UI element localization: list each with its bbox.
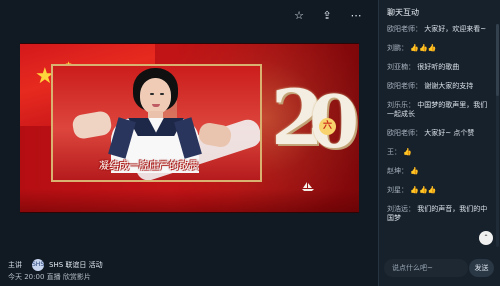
- chat-sender: 刘亚楠：: [387, 63, 415, 71]
- chat-sender: 刘鹏：: [387, 44, 408, 52]
- speaker-eye: [150, 93, 154, 95]
- medal-badge: 六: [319, 118, 336, 135]
- chat-sidebar: 聊天互动 欧阳老师： 大家好，欢迎来看~ 刘鹏： 👍👍👍 刘亚楠： 很好听的歌曲…: [378, 0, 500, 286]
- chat-message: 刘乐乐： 中国梦的歌声里，我们一起成长: [387, 101, 491, 119]
- chat-sender: 欧阳老师：: [387, 82, 422, 90]
- chat-text: 大家好，欢迎来看~: [424, 25, 487, 33]
- chat-sender: 欧阳老师：: [387, 129, 422, 137]
- chat-title: 聊天互动: [387, 8, 419, 17]
- channel-name[interactable]: SHS 联谊日 活动: [49, 259, 103, 271]
- chat-message: 赵坤： 👍: [387, 167, 491, 176]
- chat-text: 👍👍👍: [410, 44, 437, 52]
- chat-message: 刘鹏： 👍👍👍: [387, 44, 491, 53]
- chat-scroll-thumb[interactable]: [496, 24, 499, 96]
- video-caption: 凝结成一腔庄严的敬畏: [99, 161, 199, 172]
- chat-text: 👍: [410, 167, 419, 175]
- chat-sender: 欧阳老师：: [387, 25, 422, 33]
- chat-sender: 刘浩远：: [387, 205, 415, 213]
- chat-text: 谢谢大家的支持: [424, 82, 474, 90]
- stream-info: 主讲 SHS SHS 联谊日 活动 今天 20:00 直播 欣赏影片: [8, 259, 368, 281]
- chat-message: 欧阳老师： 大家好，欢迎来看~: [387, 25, 491, 34]
- video-bottom-shadow: [20, 189, 359, 212]
- star-outline-icon[interactable]: ☆: [290, 7, 308, 25]
- chat-message: 欧阳老师： 大家好~ 点个赞: [387, 129, 491, 138]
- chat-message: 刘亚楠： 很好听的歌曲: [387, 63, 491, 72]
- chat-sender: 刘星：: [387, 186, 408, 194]
- video-player[interactable]: ★ ★ ★ ★ ★ 凝结成一腔庄严的敬畏 2 0 六: [20, 43, 359, 213]
- speaker-video-panel: 凝结成一腔庄严的敬畏: [51, 64, 262, 182]
- chat-sender: 刘乐乐：: [387, 101, 415, 109]
- chat-list: 欧阳老师： 大家好，欢迎来看~ 刘鹏： 👍👍👍 刘亚楠： 很好听的歌曲 欧阳老师…: [387, 25, 491, 233]
- stream-meta: 今天 20:00 直播 欣赏影片: [8, 273, 91, 281]
- more-icon[interactable]: ⋯: [347, 7, 365, 25]
- chat-message: 王： 👍: [387, 148, 491, 157]
- chat-message: 欧阳老师： 谢谢大家的支持: [387, 82, 491, 91]
- share-icon[interactable]: ⇪: [318, 7, 336, 25]
- video-area: ☆ ⇪ ⋯ ★ ★ ★ ★ ★ 凝结成一腔庄严的敬畏: [0, 0, 378, 286]
- chat-message: 刘星： 👍👍👍: [387, 186, 491, 195]
- speaker-face: [140, 78, 171, 114]
- chat-text: 👍: [403, 148, 412, 156]
- chat-text: 很好听的歌曲: [417, 63, 460, 71]
- chat-sender: 王：: [387, 148, 401, 156]
- chat-input-placeholder: 说点什么吧~: [392, 264, 433, 272]
- scroll-up-button[interactable]: ⌃: [479, 231, 493, 245]
- chat-input[interactable]: 说点什么吧~: [384, 259, 468, 277]
- host-label: 主讲: [8, 261, 22, 269]
- chat-text: 大家好~ 点个赞: [424, 129, 475, 137]
- video-topbar: ☆ ⇪ ⋯: [0, 0, 378, 32]
- chat-message: 刘浩远： 我们的声音，我们的中国梦: [387, 205, 491, 223]
- send-button[interactable]: 发送: [469, 259, 494, 277]
- anniversary-mark: 2 0 六: [271, 80, 359, 169]
- chat-text: 👍👍👍: [410, 186, 437, 194]
- speaker-eye: [160, 93, 164, 95]
- chat-sender: 赵坤：: [387, 167, 408, 175]
- channel-avatar[interactable]: SHS: [32, 259, 44, 271]
